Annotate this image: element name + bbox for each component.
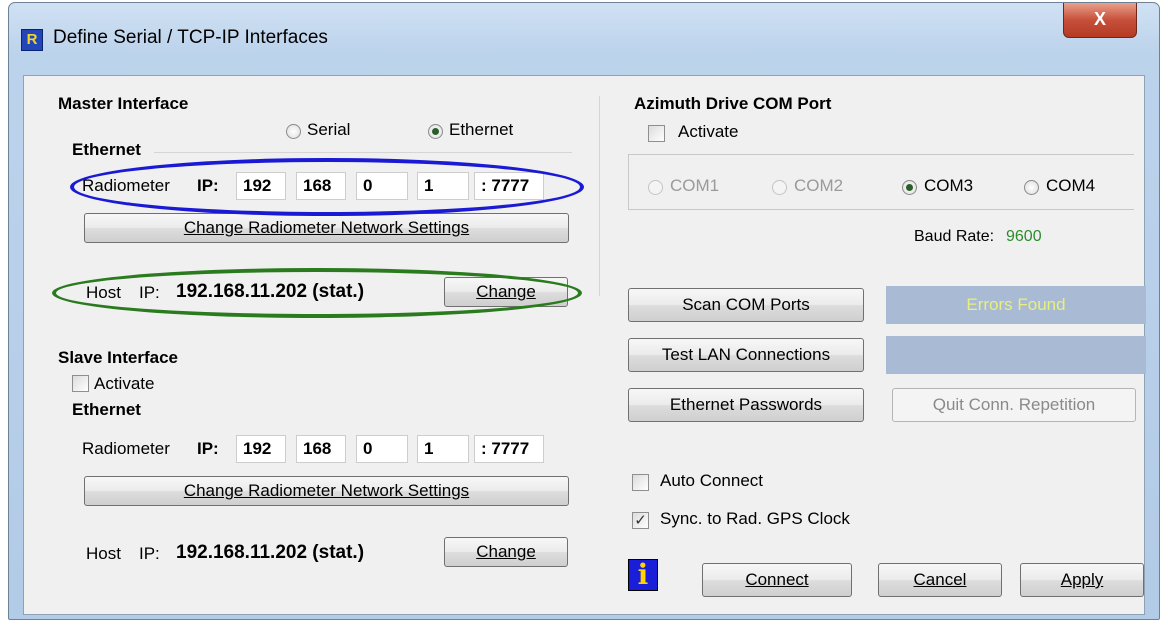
close-icon: X — [1093, 9, 1106, 29]
com3-radio[interactable] — [902, 180, 917, 195]
master-ip-octet-1[interactable]: 192 — [236, 172, 286, 200]
baud-rate-value: 9600 — [1006, 228, 1042, 245]
quit-conn-repetition-label: Quit Conn. Repetition — [932, 395, 1096, 414]
com1-radio[interactable] — [648, 180, 663, 195]
slave-activate-checkbox[interactable] — [72, 375, 89, 392]
scan-status-display: Errors Found — [886, 286, 1146, 324]
master-ip-octet-3[interactable]: 0 — [356, 172, 408, 200]
info-icon[interactable]: i — [628, 559, 658, 591]
slave-interface-heading: Slave Interface — [58, 348, 179, 367]
test-lan-connections-label: Test LAN Connections — [661, 345, 831, 364]
azimuth-heading: Azimuth Drive COM Port — [634, 94, 832, 113]
master-ip-octet-4[interactable]: 1 — [417, 172, 469, 200]
master-host-ip-label: IP: — [139, 283, 160, 302]
apply-button[interactable]: Apply — [1020, 563, 1144, 597]
master-host-change-label: Change — [476, 282, 536, 301]
com3-label: COM3 — [924, 176, 974, 195]
ethernet-passwords-label: Ethernet Passwords — [669, 395, 823, 414]
master-host-label: Host — [86, 283, 121, 302]
slave-host-change-button[interactable]: Change — [444, 537, 568, 567]
slave-ip-octet-4[interactable]: 1 — [417, 435, 469, 463]
master-serial-label: Serial — [307, 120, 351, 139]
azimuth-activate-checkbox[interactable] — [648, 125, 665, 142]
close-button[interactable]: X — [1063, 3, 1137, 38]
auto-connect-label: Auto Connect — [660, 471, 764, 490]
com1-label: COM1 — [670, 176, 720, 195]
master-ethernet-label: Ethernet — [449, 120, 514, 139]
com4-radio[interactable] — [1024, 180, 1039, 195]
ethernet-passwords-button[interactable]: Ethernet Passwords — [628, 388, 864, 422]
auto-connect-checkbox[interactable] — [632, 474, 649, 491]
azimuth-activate-label: Activate — [678, 122, 739, 141]
slave-ip-octet-1[interactable]: 192 — [236, 435, 286, 463]
window-title: Define Serial / TCP-IP Interfaces — [53, 27, 328, 48]
master-host-ip-value: 192.168.11.202 (stat.) — [176, 281, 365, 302]
baud-rate-label: Baud Rate: — [914, 228, 995, 245]
slave-change-network-label: Change Radiometer Network Settings — [183, 481, 470, 500]
master-group-divider — [154, 152, 572, 153]
slave-host-ip-value: 192.168.11.202 (stat.) — [176, 542, 365, 563]
cancel-button[interactable]: Cancel — [878, 563, 1002, 597]
app-logo-icon: R — [21, 29, 43, 51]
slave-host-change-label: Change — [476, 542, 536, 561]
test-lan-connections-button[interactable]: Test LAN Connections — [628, 338, 864, 372]
dialog-client-area: Master Interface Serial Ethernet Etherne… — [23, 75, 1146, 615]
sync-gps-label: Sync. to Rad. GPS Clock — [660, 509, 850, 528]
master-host-change-button[interactable]: Change — [444, 277, 568, 307]
master-ethernet-radio[interactable] — [428, 124, 443, 139]
slave-ip-octet-3[interactable]: 0 — [356, 435, 408, 463]
slave-ip-octet-2[interactable]: 168 — [296, 435, 346, 463]
slave-ethernet-subheading: Ethernet — [72, 400, 141, 419]
master-change-network-label: Change Radiometer Network Settings — [183, 218, 470, 237]
slave-ip-label: IP: — [197, 439, 219, 458]
scan-com-ports-button[interactable]: Scan COM Ports — [628, 288, 864, 322]
master-change-network-settings-button[interactable]: Change Radiometer Network Settings — [84, 213, 569, 243]
scan-com-ports-label: Scan COM Ports — [682, 295, 810, 314]
com4-label: COM4 — [1046, 176, 1096, 195]
cancel-label: Cancel — [913, 570, 967, 589]
connect-button[interactable]: Connect — [702, 563, 852, 597]
title-bar[interactable]: R Define Serial / TCP-IP Interfaces X — [9, 3, 1159, 75]
dialog-window: R Define Serial / TCP-IP Interfaces X Ma… — [8, 2, 1160, 620]
sync-gps-checkbox[interactable]: ✓ — [632, 512, 649, 529]
slave-host-label: Host — [86, 544, 121, 563]
master-interface-heading: Master Interface — [58, 94, 189, 113]
master-ip-octet-2[interactable]: 168 — [296, 172, 346, 200]
slave-port-field[interactable]: : 7777 — [474, 435, 544, 463]
slave-change-network-settings-button[interactable]: Change Radiometer Network Settings — [84, 476, 569, 506]
com2-label: COM2 — [794, 176, 844, 195]
apply-label: Apply — [1060, 570, 1104, 589]
column-divider — [599, 96, 600, 296]
master-radiometer-label: Radiometer — [82, 176, 170, 195]
test-lan-status-display — [886, 336, 1146, 374]
master-serial-radio[interactable] — [286, 124, 301, 139]
checkmark-icon: ✓ — [634, 512, 647, 529]
slave-host-ip-label: IP: — [139, 544, 160, 563]
quit-conn-repetition-button[interactable]: Quit Conn. Repetition — [892, 388, 1136, 422]
master-ip-label: IP: — [197, 176, 219, 195]
com2-radio[interactable] — [772, 180, 787, 195]
connect-label: Connect — [745, 570, 809, 589]
slave-activate-label: Activate — [94, 374, 155, 393]
master-ethernet-subheading: Ethernet — [72, 140, 141, 159]
master-port-field[interactable]: : 7777 — [474, 172, 544, 200]
slave-radiometer-label: Radiometer — [82, 439, 170, 458]
